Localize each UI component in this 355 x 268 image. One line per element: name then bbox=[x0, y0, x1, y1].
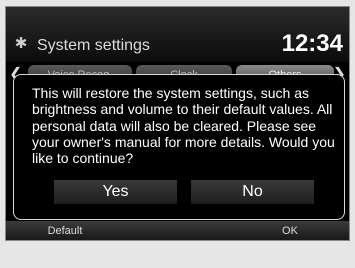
footer-bar: Default OK bbox=[6, 221, 349, 240]
gear-icon: ✱ bbox=[14, 35, 28, 52]
clock: 12:34 bbox=[281, 30, 343, 57]
ok-button[interactable]: OK bbox=[231, 221, 349, 240]
default-button[interactable]: Default bbox=[6, 221, 124, 240]
page-title: System settings bbox=[37, 37, 150, 54]
confirmation-dialog: This will restore the system settings, s… bbox=[13, 74, 345, 220]
dialog-message: This will restore the system settings, s… bbox=[32, 85, 335, 167]
header-bar: ✱ System settings 12:34 bbox=[6, 7, 349, 62]
yes-button[interactable]: Yes bbox=[54, 180, 177, 204]
no-button[interactable]: No bbox=[191, 180, 314, 204]
